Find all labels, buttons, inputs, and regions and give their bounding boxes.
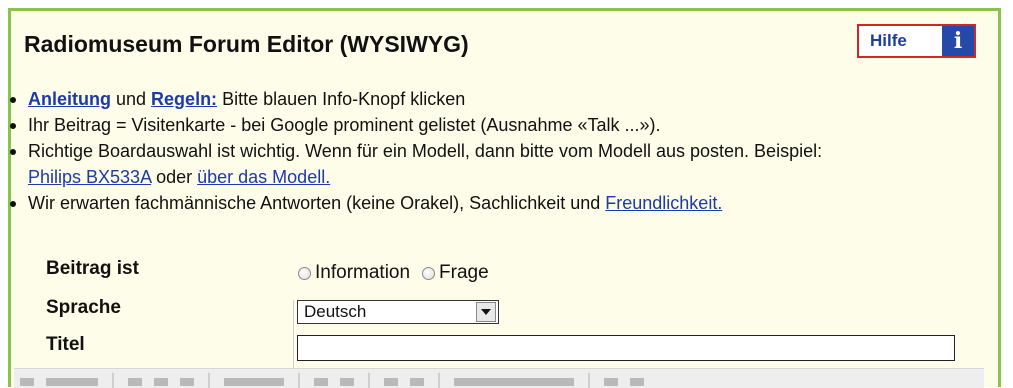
guideline-item: Richtige Boardauswahl ist wichtig. Wenn … (10, 138, 822, 190)
toolbar-button[interactable] (128, 378, 142, 386)
post-type-radio-group: Information Frage (298, 262, 501, 284)
toolbar-separator (438, 373, 440, 388)
guideline-item: Wir erwarten fachmännische Antworten (ke… (10, 190, 822, 216)
toolbar-button[interactable] (384, 378, 398, 386)
toolbar-button[interactable] (46, 378, 98, 386)
toolbar-button[interactable] (630, 378, 644, 386)
chevron-down-icon[interactable] (476, 302, 496, 322)
radio-button-icon[interactable] (422, 266, 436, 280)
toolbar-separator (368, 373, 370, 388)
radio-button-icon[interactable] (298, 266, 311, 280)
sprache-label: Sprache (46, 297, 121, 318)
toolbar-separator (588, 373, 590, 388)
regeln-link[interactable]: Regeln: (151, 89, 217, 109)
bullet-icon (10, 149, 16, 155)
guidelines-list: Anleitung und Regeln: Bitte blauen Info-… (10, 86, 822, 216)
toolbar-button[interactable] (604, 378, 618, 386)
toolbar-button[interactable] (180, 378, 194, 386)
toolbar-button[interactable] (154, 378, 168, 386)
radio-frage-label: Frage (439, 262, 489, 283)
model-link[interactable]: über das Modell. (197, 167, 330, 187)
toolbar-separator (112, 373, 114, 388)
guideline-item: Anleitung und Regeln: Bitte blauen Info-… (10, 86, 822, 112)
guideline-text: oder (151, 167, 198, 187)
guideline-text: Richtige Boardauswahl ist wichtig. Wenn … (28, 141, 823, 161)
guideline-text: und (111, 89, 152, 109)
language-select-value: Deutsch (304, 302, 367, 321)
toolbar-button[interactable] (224, 378, 284, 386)
bullet-icon (10, 123, 16, 129)
freundlichkeit-link[interactable]: Freundlichkeit. (605, 193, 722, 213)
help-label: Hilfe (870, 31, 907, 50)
titel-label: Titel (46, 334, 85, 355)
guideline-text: Wir erwarten fachmännische Antworten (ke… (28, 193, 606, 213)
title-input[interactable] (297, 335, 955, 361)
language-select[interactable]: Deutsch (297, 300, 499, 324)
anleitung-link[interactable]: Anleitung (28, 89, 111, 109)
toolbar-button[interactable] (20, 378, 34, 386)
guideline-text: Ihr Beitrag = Visitenkarte - bei Google … (28, 115, 661, 135)
bullet-icon (10, 201, 16, 207)
radio-information[interactable]: Information (298, 262, 410, 284)
help-button[interactable]: Hilfe i (857, 24, 976, 58)
toolbar-separator (208, 373, 210, 388)
toolbar-button[interactable] (454, 378, 574, 386)
guideline-text: Bitte blauen Info-Knopf klicken (217, 89, 466, 109)
radio-frage[interactable]: Frage (422, 262, 489, 284)
toolbar-button[interactable] (340, 378, 354, 386)
toolbar-button[interactable] (410, 378, 424, 386)
toolbar-button[interactable] (314, 378, 328, 386)
toolbar-separator (298, 373, 300, 388)
info-icon[interactable]: i (942, 26, 974, 56)
bullet-icon (10, 97, 16, 103)
radio-information-label: Information (315, 262, 411, 283)
page-title: Radiomuseum Forum Editor (WYSIWYG) (24, 31, 469, 57)
guideline-item: Ihr Beitrag = Visitenkarte - bei Google … (10, 112, 822, 138)
beitrag-label: Beitrag ist (46, 258, 139, 279)
philips-bx533a-link[interactable]: Philips BX533A (28, 167, 151, 187)
editor-toolbar (14, 368, 984, 388)
